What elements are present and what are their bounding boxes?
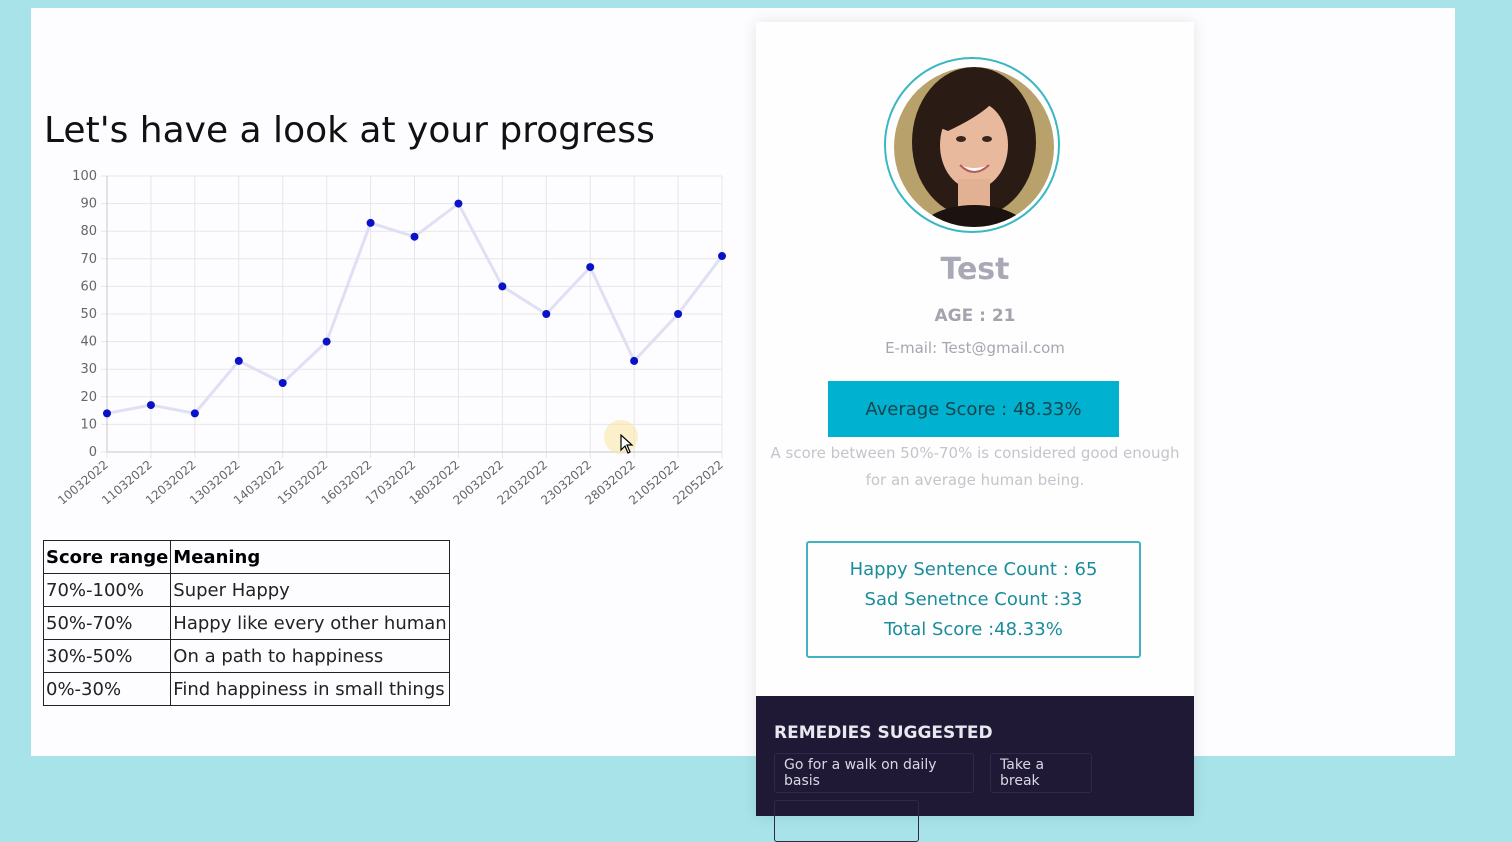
score-note-line-2: for an average human being. <box>865 471 1085 489</box>
remedies-section: REMEDIES SUGGESTED Go for a walk on dail… <box>756 696 1194 842</box>
remedy-chip-break[interactable]: Take a break <box>990 753 1092 793</box>
profile-email: E-mail: Test@gmail.com <box>885 339 1065 357</box>
avatar <box>894 67 1054 227</box>
table-header-row: Score range Meaning <box>42 540 450 574</box>
score-note-line-1: A score between 50%-70% is considered go… <box>770 444 1180 462</box>
chart-data-point <box>454 199 463 208</box>
chart-y-tick-label: 40 <box>80 335 97 350</box>
chart-data-point <box>190 409 199 418</box>
table-cell-range: 70%-100% <box>42 573 172 607</box>
chart-y-tick-label: 100 <box>72 169 97 184</box>
table-row: 30%-50% On a path to happiness <box>42 639 450 673</box>
table-cell-meaning: Find happiness in small things <box>170 672 450 706</box>
sad-sentence-count: Sad Senetnce Count :33 <box>864 588 1083 610</box>
chart-data-point <box>630 356 639 365</box>
chart-y-tick-label: 50 <box>80 307 97 322</box>
chart-data-point <box>234 356 243 365</box>
chart-data-point <box>498 282 507 291</box>
table-row: 50%-70% Happy like every other human <box>42 606 450 640</box>
remedies-title: REMEDIES SUGGESTED <box>774 723 993 743</box>
chart-y-tick-label: 20 <box>80 390 97 405</box>
score-range-table: Score range Meaning 70%-100% Super Happy… <box>42 540 450 706</box>
average-score-button[interactable]: Average Score : 48.33% <box>828 381 1119 437</box>
remedy-chip-walk[interactable]: Go for a walk on daily basis <box>774 753 974 793</box>
profile-age: AGE : 21 <box>934 306 1016 326</box>
total-score: Total Score :48.33% <box>884 618 1063 640</box>
chart-data-point <box>366 218 375 227</box>
chart-y-tick-label: 80 <box>80 224 97 239</box>
chart-data-point <box>586 263 595 272</box>
table-cell-range: 30%-50% <box>42 639 172 673</box>
chart-data-point <box>674 310 683 318</box>
table-header-meaning: Meaning <box>170 540 450 574</box>
chart-data-point <box>718 252 726 261</box>
sentence-stats-box: Happy Sentence Count : 65 Sad Senetnce C… <box>806 541 1141 658</box>
chart-y-tick-label: 70 <box>80 252 97 267</box>
page-title: Let's have a look at your progress <box>44 110 655 151</box>
chart-data-point <box>103 409 111 418</box>
table-header-score-range: Score range <box>42 540 172 574</box>
chart-y-tick-label: 0 <box>89 445 97 460</box>
table-row: 0%-30% Find happiness in small things <box>42 672 450 706</box>
chart-y-tick-label: 30 <box>80 362 97 377</box>
progress-line-chart: 0102030405060708090100100320221103202212… <box>55 169 726 508</box>
chart-y-tick-label: 90 <box>80 197 97 212</box>
profile-name: Test <box>940 252 1010 287</box>
remedy-chip-more[interactable] <box>774 800 919 842</box>
mouse-cursor-icon <box>620 434 634 454</box>
table-cell-meaning: Happy like every other human <box>170 606 450 640</box>
score-note: A score between 50%-70% is considered go… <box>758 440 1192 494</box>
avatar-photo-icon <box>894 67 1054 227</box>
table-cell-meaning: On a path to happiness <box>170 639 450 673</box>
table-cell-meaning: Super Happy <box>170 573 450 607</box>
chart-y-tick-label: 60 <box>80 279 97 294</box>
table-cell-range: 0%-30% <box>42 672 172 706</box>
chart-data-point <box>278 379 287 387</box>
table-row: 70%-100% Super Happy <box>42 573 450 607</box>
chart-data-point <box>542 310 551 318</box>
chart-data-point <box>146 401 155 410</box>
chart-data-point <box>410 232 419 241</box>
chart-y-tick-label: 10 <box>80 417 97 432</box>
table-cell-range: 50%-70% <box>42 606 172 640</box>
chart-data-point <box>322 337 331 346</box>
happy-sentence-count: Happy Sentence Count : 65 <box>849 558 1098 580</box>
